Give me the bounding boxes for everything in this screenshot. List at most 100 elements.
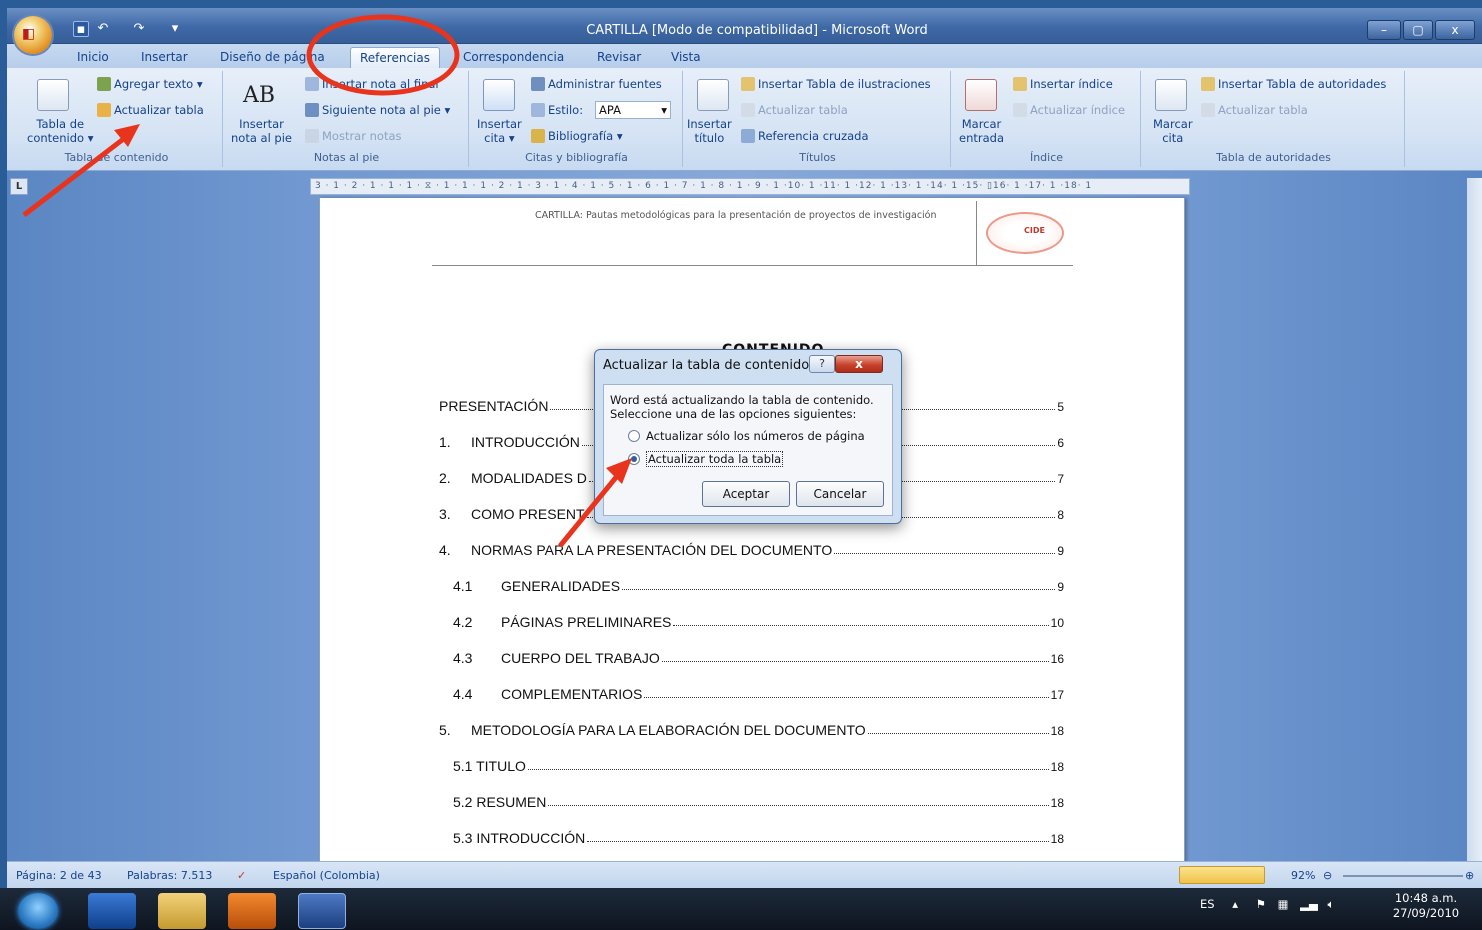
toc-entry[interactable]: 4.4 COMPLEMENTARIOS 17: [453, 684, 1064, 702]
group-citas: Insertar cita ▾ Administrar fuentes Estil…: [471, 71, 683, 167]
insertar-cita-label: Insertar: [477, 117, 522, 131]
minimize-button[interactable]: –: [1367, 20, 1401, 40]
qat-menu-icon[interactable]: ▾: [167, 21, 183, 37]
footnote-icon: AB: [243, 83, 276, 108]
style-icon: [531, 103, 545, 117]
toc-entry[interactable]: 5. METODOLOGÍA PARA LA ELABORACIÓN DEL DO…: [439, 720, 1064, 738]
insertar-autoridades-button[interactable]: Insertar Tabla de autoridades: [1201, 77, 1386, 91]
toc-entry-label: 5.2 RESUMEN: [453, 794, 547, 810]
tabla-contenido-button[interactable]: Tabla de contenido ▾: [27, 117, 94, 145]
tab-revisar[interactable]: Revisar: [597, 47, 641, 68]
estilo-select[interactable]: APA ▾: [595, 101, 671, 119]
window-title: CARTILLA [Modo de compatibilidad] - Micr…: [586, 23, 928, 38]
agregar-texto-button[interactable]: Agregar texto ▾: [97, 77, 203, 91]
zoom-in-icon[interactable]: ⊕: [1465, 869, 1474, 882]
proofing-icon[interactable]: ✓: [237, 869, 246, 882]
volume-icon[interactable]: 🔈︎: [1328, 897, 1335, 911]
referencia-cruzada-button[interactable]: Referencia cruzada: [741, 129, 869, 143]
system-tray: ES ▴ ⚑ ▦ ▂▄ 🔈︎ 10:48 a.m. 27/09/2010: [1200, 891, 1459, 920]
radio-entire-table[interactable]: Actualizar toda la tabla: [628, 451, 784, 467]
toc-entry-label: 5.3 INTRODUCCIÓN: [453, 830, 586, 846]
group-tabla-contenido: Tabla de contenido ▾ Agregar texto ▾ Actu…: [11, 71, 223, 167]
page-count[interactable]: Página: 2 de 43: [16, 869, 102, 882]
redo-icon[interactable]: ↷: [131, 21, 147, 37]
undo-icon[interactable]: ↶: [95, 21, 111, 37]
internet-explorer-icon[interactable]: [88, 893, 136, 929]
radio-page-numbers[interactable]: Actualizar sólo los números de página: [628, 429, 865, 443]
tab-vista[interactable]: Vista: [671, 47, 701, 68]
manage-sources-icon: [531, 77, 545, 91]
insertar-nota-pie-button[interactable]: Insertar nota al pie: [231, 117, 292, 145]
authorities-icon: [1201, 77, 1215, 91]
administrar-fuentes-button[interactable]: Administrar fuentes: [531, 77, 662, 91]
marcar-entrada-label2: entrada: [959, 131, 1004, 145]
bibliografia-button[interactable]: Bibliografía ▾: [531, 129, 623, 143]
toc-entry[interactable]: 4.2 PÁGINAS PRELIMINARES 10: [453, 612, 1064, 630]
close-button[interactable]: x: [1435, 20, 1475, 40]
toc-leader-dots: [587, 841, 1049, 842]
actualizar-tabla-ilus-button[interactable]: Actualizar tabla: [741, 103, 848, 117]
toc-entry[interactable]: 5.3 INTRODUCCIÓN 18: [453, 828, 1064, 846]
maximize-button[interactable]: ▢: [1403, 20, 1433, 40]
toc-entry-label: COMPLEMENTARIOS: [501, 686, 643, 702]
zoom-slider[interactable]: [1343, 875, 1463, 877]
office-button[interactable]: ◧: [14, 16, 52, 54]
siguiente-nota-button[interactable]: Siguiente nota al pie ▾: [305, 103, 450, 117]
toc-entry[interactable]: 4.1 GENERALIDADES 9: [453, 576, 1064, 594]
group-label: Índice: [1029, 151, 1064, 164]
office-logo-icon: ◧: [22, 26, 36, 42]
zoom-level[interactable]: 92%: [1291, 869, 1315, 882]
tray-expand-icon[interactable]: ▴: [1232, 897, 1238, 911]
insertar-titulo-button[interactable]: Insertar título: [687, 117, 732, 145]
file-explorer-icon[interactable]: [158, 893, 206, 929]
zoom-out-icon[interactable]: ⊖: [1323, 869, 1332, 882]
clock[interactable]: 10:48 a.m. 27/09/2010: [1386, 891, 1466, 921]
tab-selector[interactable]: L: [10, 178, 28, 195]
insertar-cita-button[interactable]: Insertar cita ▾: [477, 117, 522, 145]
insertar-indice-button[interactable]: Insertar índice: [1013, 77, 1113, 91]
ribbon-tabs: Inicio Insertar Diseño de página Referen…: [7, 44, 1482, 68]
tab-correspondencia[interactable]: Correspondencia: [463, 47, 564, 68]
dialog-close-button[interactable]: x: [835, 355, 883, 373]
language-indicator[interactable]: Español (Colombia): [273, 869, 380, 882]
help-button[interactable]: ?: [809, 355, 835, 373]
toc-entry[interactable]: 5.2 RESUMEN 18: [453, 792, 1064, 810]
media-player-icon[interactable]: [228, 893, 276, 929]
mostrar-notas-button[interactable]: Mostrar notas: [305, 129, 402, 143]
toc-entry-number: 1.: [439, 434, 451, 450]
network-icon[interactable]: ▦: [1278, 897, 1289, 911]
toc-entry[interactable]: 5.1 TITULO 18: [453, 756, 1064, 774]
toc-entry-number: 2.: [439, 470, 451, 486]
start-button[interactable]: [18, 893, 58, 929]
toc-entry-label: NORMAS PARA LA PRESENTACIÓN DEL DOCUMENT…: [471, 542, 833, 558]
actualizar-autoridades-button[interactable]: Actualizar tabla: [1201, 103, 1308, 117]
marcar-cita-button[interactable]: Marcar cita: [1153, 117, 1193, 145]
tab-inicio[interactable]: Inicio: [77, 47, 109, 68]
radio-button-selected-icon: [628, 453, 640, 465]
nota-final-button[interactable]: Insertar nota al final: [305, 77, 439, 91]
tab-insertar[interactable]: Insertar: [141, 47, 188, 68]
actualizar-tabla-button[interactable]: Actualizar tabla: [97, 103, 204, 117]
keyboard-language[interactable]: ES: [1200, 897, 1215, 911]
toc-leader-dots: [834, 553, 1056, 554]
tab-diseno[interactable]: Diseño de página: [220, 47, 325, 68]
word-count[interactable]: Palabras: 7.513: [127, 869, 212, 882]
actualizar-indice-button[interactable]: Actualizar índice: [1013, 103, 1125, 117]
action-center-icon[interactable]: ⚑: [1256, 897, 1266, 911]
document-page[interactable]: CARTILLA: Pautas metodológicas para la p…: [319, 198, 1185, 868]
vertical-scrollbar[interactable]: [1467, 178, 1482, 861]
tabla-ilustraciones-button[interactable]: Insertar Tabla de ilustraciones: [741, 77, 931, 91]
cancel-button[interactable]: Cancelar: [796, 481, 884, 507]
toc-entry[interactable]: 4.3 CUERPO DEL TRABAJO 16: [453, 648, 1064, 666]
view-buttons[interactable]: [1179, 866, 1265, 884]
horizontal-ruler[interactable]: 3 · 1 · 2 · 1 · 1 · 1 · ⧖ · 1 · 1 · 1 · …: [310, 178, 1190, 195]
signal-icon[interactable]: ▂▄: [1300, 897, 1318, 911]
accept-button[interactable]: Aceptar: [702, 481, 790, 507]
marcar-entrada-button[interactable]: Marcar entrada: [959, 117, 1004, 145]
word-taskbar-icon[interactable]: [298, 893, 346, 929]
group-notas-pie: AB Insertar nota al pie Insertar nota al …: [225, 71, 469, 167]
siguiente-nota-label: Siguiente nota al pie: [322, 103, 441, 117]
toc-entry[interactable]: 4. NORMAS PARA LA PRESENTACIÓN DEL DOCUME…: [439, 540, 1064, 558]
save-icon[interactable]: ▪: [73, 21, 89, 37]
tab-referencias[interactable]: Referencias: [350, 47, 440, 68]
